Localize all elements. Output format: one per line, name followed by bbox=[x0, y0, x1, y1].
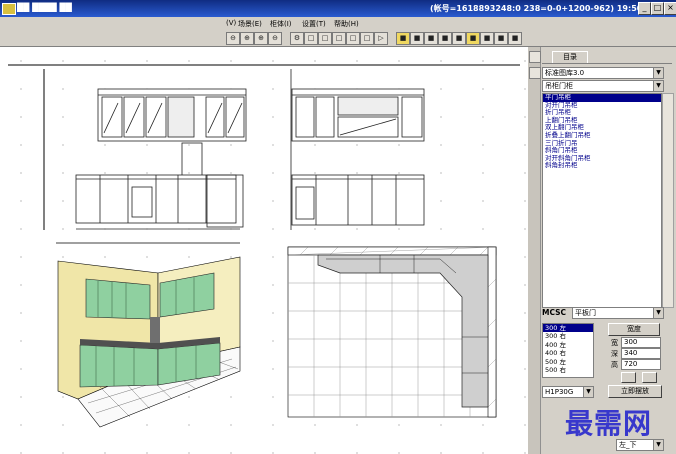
library-combo-value: 标准图库3.0 bbox=[545, 69, 585, 77]
size-item[interactable]: 400 右 bbox=[543, 349, 593, 357]
size-item[interactable]: 500 右 bbox=[543, 366, 593, 374]
category-combo[interactable]: 吊柜门柜 ▼ bbox=[542, 80, 664, 92]
plan-view bbox=[287, 246, 497, 418]
export-icon[interactable]: ■ bbox=[508, 32, 522, 45]
cabinet-list[interactable]: 平门吊柜 对开门吊柜 折门吊柜 上翻门吊柜 双上翻门吊柜 折叠上翻门吊柜 三门折… bbox=[542, 93, 662, 308]
drawing-canvas[interactable] bbox=[0, 47, 528, 454]
size-item[interactable]: 500 左 bbox=[543, 358, 593, 366]
zoom-out-icon[interactable]: ⊖ bbox=[226, 32, 240, 45]
perspective-3d-view bbox=[57, 256, 241, 428]
panel-tab-header: 目录 bbox=[542, 51, 672, 64]
depth-field[interactable]: 340 bbox=[621, 348, 661, 359]
shelf-icon[interactable]: □ bbox=[360, 32, 374, 45]
pin-icon[interactable] bbox=[529, 51, 541, 63]
title-bar: ██ ████ ██ (帐号=1618893248:0 238=0-0+1200… bbox=[0, 0, 676, 17]
chevron-down-icon[interactable]: ▼ bbox=[653, 68, 663, 78]
maximize-button[interactable]: □ bbox=[651, 2, 664, 15]
light-icon[interactable]: ■ bbox=[494, 32, 508, 45]
menu-cabinet[interactable]: 柜体(I) bbox=[270, 19, 292, 29]
app-logo-icon bbox=[2, 3, 16, 15]
height-field[interactable]: 720 bbox=[621, 359, 661, 370]
render-icon[interactable]: ■ bbox=[466, 32, 480, 45]
panel-side-strip bbox=[528, 47, 541, 454]
play-icon[interactable]: ▷ bbox=[374, 32, 388, 45]
size-item[interactable]: 300 右 bbox=[543, 332, 593, 340]
minimize-button[interactable]: _ bbox=[638, 2, 651, 15]
width-label: 宽 bbox=[611, 339, 618, 347]
next-button[interactable] bbox=[642, 372, 657, 383]
chevron-down-icon[interactable]: ▼ bbox=[583, 387, 593, 397]
door-type-combo[interactable]: 平板门 ▼ bbox=[572, 307, 664, 319]
menu-help[interactable]: 帮助(H) bbox=[334, 19, 359, 29]
model-combo-value: H1P30G bbox=[545, 388, 574, 396]
height-label: 高 bbox=[611, 361, 618, 369]
chevron-down-icon[interactable]: ▼ bbox=[653, 81, 663, 91]
size-list[interactable]: 300 左 300 右 400 左 400 右 500 左 500 右 bbox=[542, 323, 594, 378]
position-combo-value: 左_下 bbox=[619, 441, 637, 449]
model-combo[interactable]: H1P30G ▼ bbox=[542, 386, 594, 398]
menu-settings[interactable]: 设置(T) bbox=[302, 19, 326, 29]
kitchen-drawings bbox=[8, 64, 520, 428]
box-icon[interactable]: □ bbox=[346, 32, 360, 45]
category-combo-value: 吊柜门柜 bbox=[545, 82, 573, 90]
width-button[interactable]: 宽度 bbox=[608, 323, 660, 336]
tab-catalog[interactable]: 目录 bbox=[552, 51, 588, 63]
depth-label: 深 bbox=[611, 350, 618, 358]
front-elevation-view bbox=[75, 88, 247, 230]
list-icon[interactable] bbox=[529, 67, 541, 79]
chevron-down-icon[interactable]: ▼ bbox=[653, 308, 663, 318]
camera-icon[interactable]: ■ bbox=[410, 32, 424, 45]
cabinet-icon[interactable]: □ bbox=[318, 32, 332, 45]
chevron-down-icon[interactable]: ▼ bbox=[653, 440, 663, 450]
size-item[interactable]: 400 左 bbox=[543, 341, 593, 349]
library-combo[interactable]: 标准图库3.0 ▼ bbox=[542, 67, 664, 79]
zoom-in-icon[interactable]: ⊕ bbox=[240, 32, 254, 45]
place-now-button[interactable]: 立即摆放 bbox=[608, 385, 662, 398]
view-icon[interactable]: ■ bbox=[424, 32, 438, 45]
watermark-text: 最需网 bbox=[565, 407, 653, 440]
door-icon[interactable]: □ bbox=[332, 32, 346, 45]
width-field[interactable]: 300 bbox=[621, 337, 661, 348]
zoom-all-icon[interactable]: ⊖ bbox=[268, 32, 282, 45]
list-item[interactable]: 斜角封吊柜 bbox=[543, 162, 661, 170]
mcsc-label: MCSC bbox=[542, 308, 567, 317]
menu-view[interactable]: (V) bbox=[226, 19, 236, 27]
door-type-value: 平板门 bbox=[575, 309, 596, 317]
zoom-window-icon[interactable]: ⊕ bbox=[254, 32, 268, 45]
settings-icon[interactable]: ⚙ bbox=[290, 32, 304, 45]
menu-scene[interactable]: 场景(E) bbox=[238, 19, 262, 29]
toolbar: ⊖ ⊕ ⊕ ⊖ ⚙ □ □ □ □ □ ▷ ■ ■ ■ ■ ■ ■ ■ ■ ■ bbox=[0, 30, 676, 47]
list-scrollbar[interactable] bbox=[662, 93, 674, 308]
account-info: (帐号=1618893248:0 238=0-0+1200-962) 19:50 bbox=[430, 4, 643, 13]
side-elevation-view bbox=[290, 69, 425, 230]
select-icon[interactable]: □ bbox=[304, 32, 318, 45]
menu-bar: (V) 场景(E) 柜体(I) 设置(T) 帮助(H) bbox=[0, 17, 676, 31]
app-title: ██ ████ ██ bbox=[17, 3, 72, 12]
arrow-icon[interactable]: ■ bbox=[452, 32, 466, 45]
yellow-icon[interactable]: ■ bbox=[396, 32, 410, 45]
prev-button[interactable] bbox=[621, 372, 636, 383]
catalog-panel: 目录 标准图库3.0 ▼ 吊柜门柜 ▼ 平门吊柜 对开门吊柜 折门吊柜 上翻门吊… bbox=[528, 47, 676, 454]
color-icon[interactable]: ■ bbox=[480, 32, 494, 45]
close-button[interactable]: × bbox=[664, 2, 676, 15]
stair-icon[interactable]: ■ bbox=[438, 32, 452, 45]
